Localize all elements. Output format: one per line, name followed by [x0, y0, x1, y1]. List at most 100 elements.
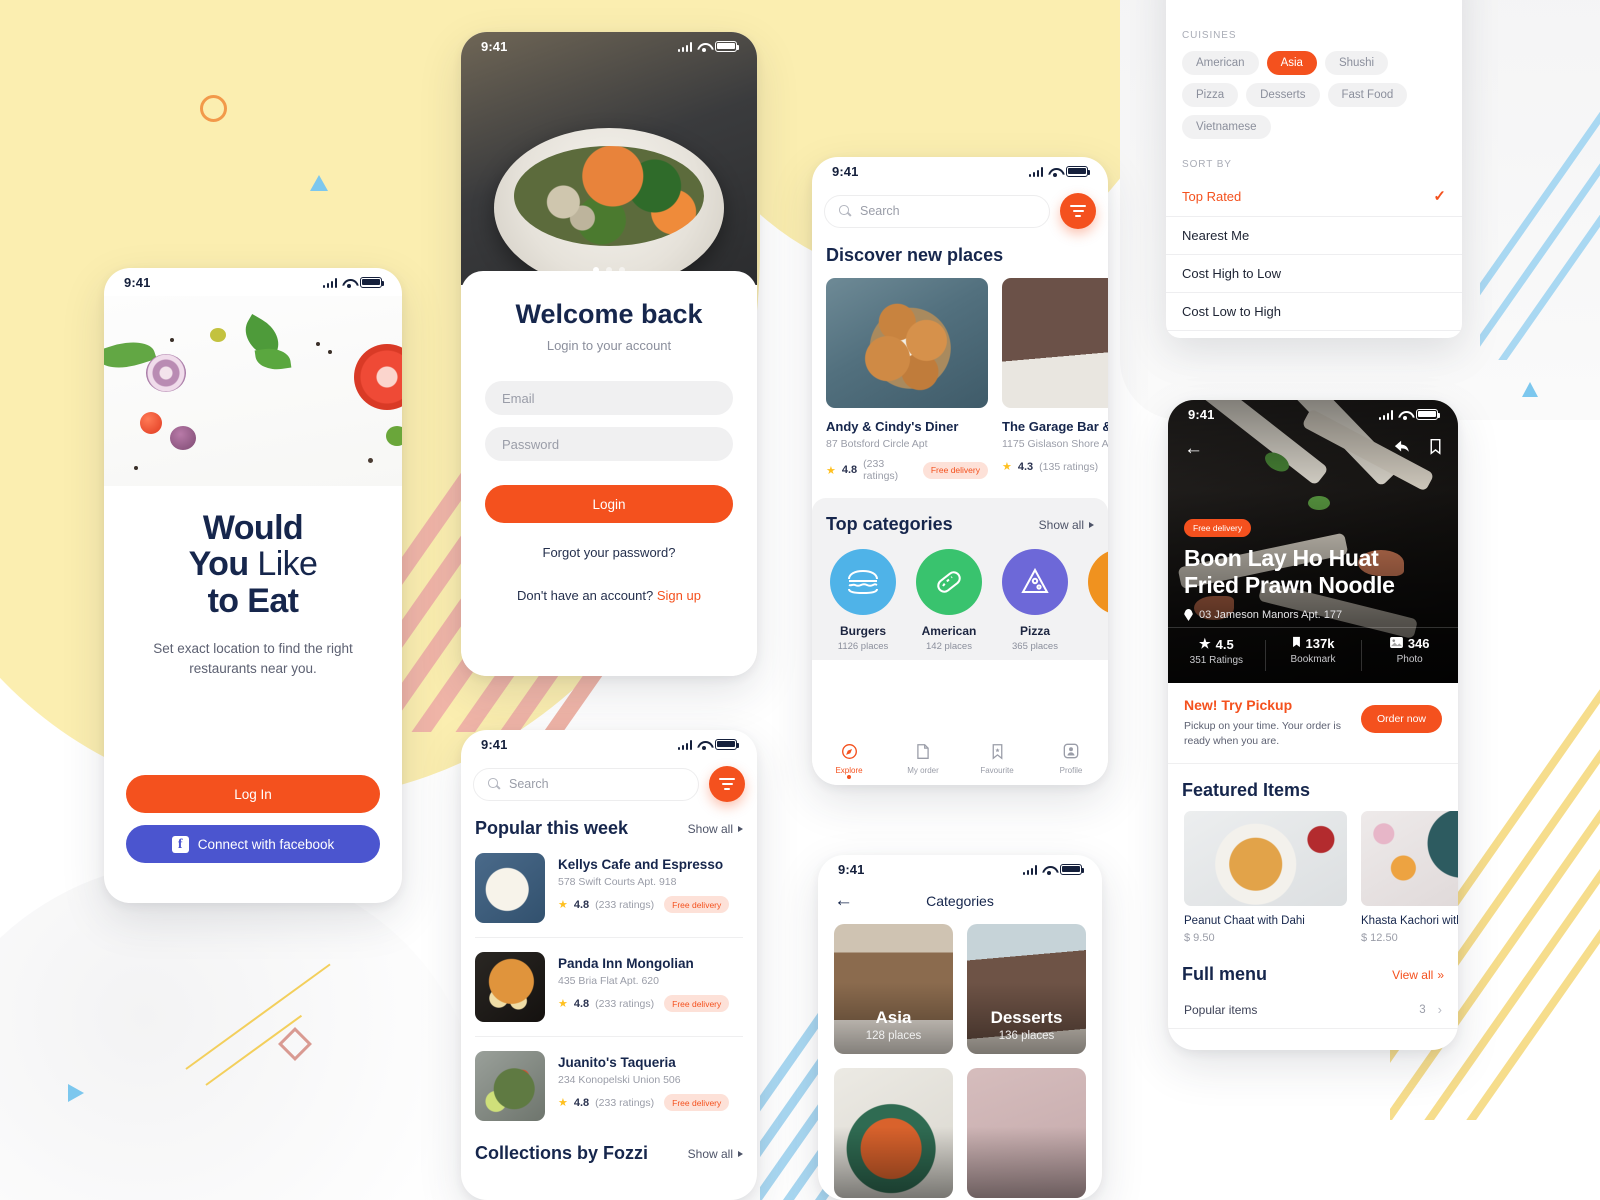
peppercorn-3 [328, 350, 332, 354]
featured-section-header: Featured Items [1168, 764, 1458, 801]
sort-option-cost-low-high[interactable]: Cost Low to High [1166, 293, 1462, 331]
location-pin-icon [1184, 609, 1193, 621]
category-tile-3[interactable] [834, 1068, 953, 1198]
search-icon [839, 205, 851, 217]
filter-button[interactable] [1060, 193, 1096, 229]
password-field[interactable]: Password [485, 427, 733, 461]
cuisine-chip-american[interactable]: American [1182, 51, 1259, 75]
show-all-popular-link[interactable]: Show all [688, 822, 743, 836]
filter-button[interactable] [709, 766, 745, 802]
email-field[interactable]: Email [485, 381, 733, 415]
chevron-right-icon: › [1437, 1002, 1442, 1018]
place-card[interactable]: The Garage Bar & 1175 Gislason Shore Apt… [1002, 278, 1108, 482]
blue-triangle-right [1522, 382, 1538, 397]
order-now-button[interactable]: Order now [1360, 705, 1442, 733]
list-item[interactable]: Kellys Cafe and Espresso 578 Swift Court… [461, 839, 757, 923]
category-tile-text: Asia 128 places [834, 1008, 953, 1042]
show-all-label: Show all [1038, 517, 1084, 532]
category-burgers[interactable]: Burgers 1126 places [830, 549, 896, 652]
compass-icon [812, 742, 886, 761]
category-barbecue[interactable]: Barb 523 [1088, 549, 1108, 652]
tab-profile[interactable]: Profile [1034, 742, 1108, 775]
list-item[interactable]: Panda Inn Mongolian 435 Bria Flat Apt. 6… [461, 938, 757, 1022]
category-tile-4[interactable] [967, 1068, 1086, 1198]
category-tile-asia[interactable]: Asia 128 places [834, 924, 953, 1054]
share-reply-icon[interactable] [1393, 439, 1411, 460]
stat-bookmark[interactable]: 137k Bookmark [1264, 628, 1362, 683]
stat-value: 4.5 [1215, 636, 1234, 652]
tab-explore[interactable]: Explore [812, 742, 886, 779]
search-input[interactable]: Search [473, 767, 699, 801]
featured-item-card[interactable]: Khasta Kachori with C $ 12.50 [1361, 811, 1458, 944]
discover-carousel[interactable]: Andy & Cindy's Diner 87 Botsford Circle … [812, 266, 1108, 482]
item-meta: ★ 4.8 (233 ratings) Free delivery [558, 896, 743, 913]
list-item[interactable]: Juanito's Taqueria 234 Konopelski Union … [461, 1037, 757, 1121]
view-all-menu-link[interactable]: View all » [1392, 968, 1444, 982]
item-ratings-count: (233 ratings) [595, 898, 655, 911]
nav-title: Categories [926, 892, 994, 909]
stat-label: 351 Ratings [1189, 655, 1244, 666]
sort-option-top-rated[interactable]: Top Rated ✓ [1166, 176, 1462, 217]
featured-title: Featured Items [1182, 780, 1311, 801]
item-photo-salad-egg [475, 853, 545, 923]
bottom-tab-bar: Explore My order Favourite Profile [812, 731, 1108, 785]
sign-up-link[interactable]: Sign up [657, 588, 701, 603]
stat-label: Photo [1396, 654, 1423, 665]
free-delivery-badge: Free delivery [664, 1094, 730, 1111]
restaurant-address: 03 Jameson Manors Apt. 177 [1184, 609, 1442, 621]
show-all-categories-link[interactable]: Show all [1039, 518, 1094, 532]
log-in-button[interactable]: Log In [126, 775, 380, 813]
sort-option-cost-high-low[interactable]: Cost High to Low [1166, 255, 1462, 293]
item-rating: 4.8 [573, 1096, 590, 1109]
connect-facebook-button[interactable]: f Connect with facebook [126, 825, 380, 863]
status-icons [677, 40, 740, 52]
password-field-placeholder: Password [502, 436, 560, 452]
place-card[interactable]: Andy & Cindy's Diner 87 Botsford Circle … [826, 278, 988, 482]
restaurant-title: Boon Lay Ho Huat Fried Prawn Noodle [1184, 545, 1442, 599]
cuisine-chip-pizza[interactable]: Pizza [1182, 83, 1239, 107]
basil-leaf-center-2 [254, 345, 292, 373]
sort-option-nearest-me[interactable]: Nearest Me [1166, 217, 1462, 255]
status-time: 9:41 [481, 38, 508, 54]
menu-row-popular-items[interactable]: Popular items 3 › [1168, 991, 1458, 1030]
category-label: Pizza [1019, 624, 1050, 638]
tab-favourite[interactable]: Favourite [960, 742, 1034, 775]
cuisine-chip-asia[interactable]: Asia [1266, 51, 1317, 75]
search-input[interactable]: Search [824, 194, 1050, 228]
stat-ratings[interactable]: ★ 4.5 351 Ratings [1168, 628, 1265, 683]
back-arrow-icon[interactable]: ← [1184, 438, 1203, 460]
featured-carousel[interactable]: Peanut Chaat with Dahi $ 9.50 Khasta Kac… [1168, 801, 1458, 944]
cuisine-chip-shushi[interactable]: Shushi [1324, 51, 1389, 75]
search-placeholder: Search [509, 777, 549, 791]
login-button[interactable]: Login [485, 485, 733, 523]
filter-sort-panel: CUISINES American Asia Shushi Pizza Dess… [1166, 0, 1462, 338]
menu-row-count: 3 [1419, 1003, 1426, 1016]
status-bar: 9:41 [1168, 400, 1458, 428]
full-menu-list: Popular items 3 › [1168, 991, 1458, 1050]
shallot [170, 426, 196, 450]
tab-my-order[interactable]: My order [886, 742, 960, 775]
signal-icon [1028, 166, 1043, 177]
category-pizza[interactable]: Pizza 365 places [1002, 549, 1068, 652]
cuisine-chip-fast-food[interactable]: Fast Food [1327, 83, 1408, 107]
featured-item-card[interactable]: Peanut Chaat with Dahi $ 9.50 [1184, 811, 1347, 944]
back-arrow-icon[interactable]: ← [834, 891, 853, 910]
search-icon [488, 778, 500, 790]
category-tile-desserts[interactable]: Desserts 136 places [967, 924, 1086, 1054]
forgot-password-link[interactable]: Forgot your password? [485, 545, 733, 560]
cuisine-chip-vietnamese[interactable]: Vietnamese [1182, 115, 1271, 139]
sort-option-most-popular[interactable]: Most Popular [1166, 331, 1462, 338]
restaurant-address-text: 03 Jameson Manors Apt. 177 [1199, 609, 1343, 621]
categories-carousel[interactable]: Burgers 1126 places American 142 places [812, 535, 1108, 652]
category-tile-count: 128 places [865, 1030, 922, 1042]
signup-prompt: Don't have an account? [517, 588, 654, 603]
stat-photo[interactable]: 346 Photo [1361, 628, 1458, 683]
title-line-2-bold: You [188, 545, 250, 584]
cuisine-chip-desserts[interactable]: Desserts [1246, 83, 1320, 107]
show-all-collections-link[interactable]: Show all [688, 1147, 743, 1161]
bookmark-icon[interactable] [1429, 438, 1442, 460]
category-american[interactable]: American 142 places [916, 549, 982, 652]
hotdog-icon [916, 549, 982, 615]
full-menu-title: Full menu [1182, 964, 1267, 985]
menu-row-partial[interactable] [1168, 1029, 1458, 1050]
